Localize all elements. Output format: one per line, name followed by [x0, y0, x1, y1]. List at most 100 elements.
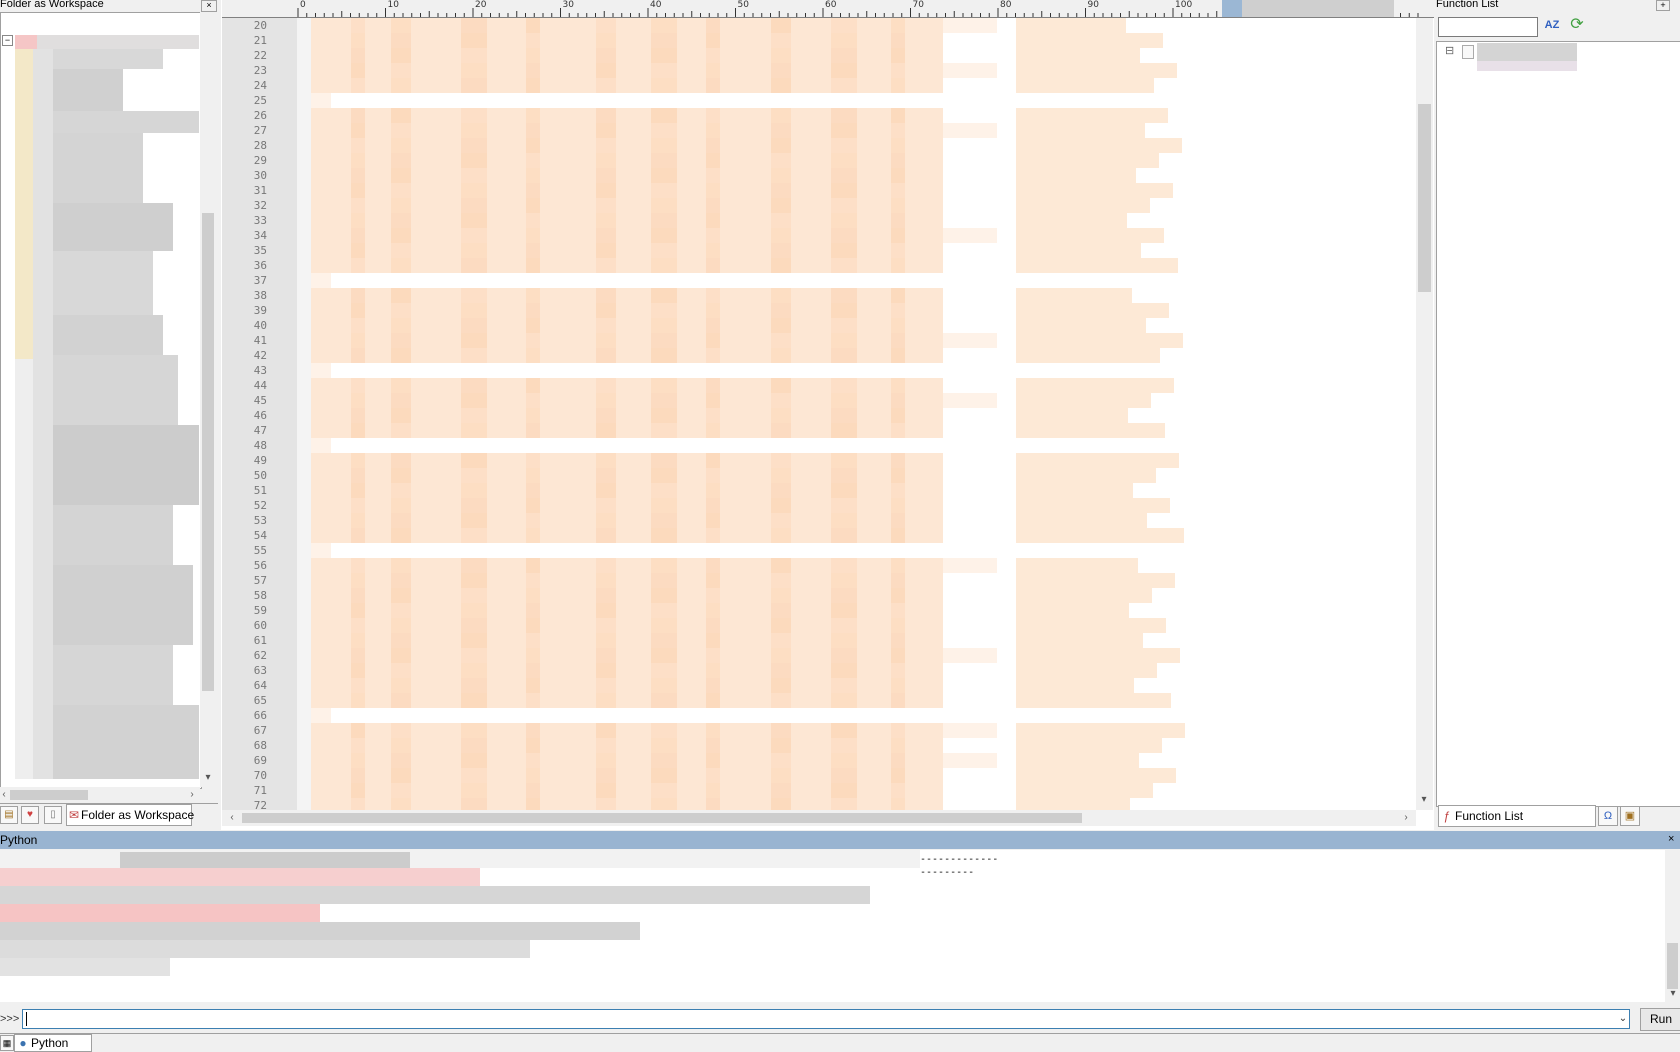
- tree-collapse-icon[interactable]: ⊟: [1445, 46, 1455, 57]
- code-texture: [706, 498, 720, 513]
- editor-scroll-left-button[interactable]: ‹: [224, 810, 240, 826]
- code-texture: [596, 723, 616, 738]
- reload-icon[interactable]: ⟳: [1567, 15, 1587, 35]
- line-number: 40: [253, 319, 267, 332]
- folder-tree-scroll-right-button[interactable]: ›: [184, 787, 200, 803]
- code-texture: [771, 258, 791, 273]
- code-texture: [771, 618, 791, 633]
- char-panel-icon[interactable]: Ω: [1598, 806, 1618, 826]
- function-list-search-input[interactable]: [1438, 17, 1538, 37]
- folder-as-workspace-tab[interactable]: ✉ Folder as Workspace: [66, 804, 194, 826]
- code-segment: [311, 363, 331, 378]
- code-texture: [526, 558, 540, 573]
- code-texture: [831, 78, 857, 93]
- sort-alpha-icon[interactable]: AZ: [1542, 15, 1562, 35]
- code-texture: [351, 288, 365, 303]
- python-console-scroll-thumb[interactable]: [1667, 943, 1678, 989]
- folder-tree[interactable]: −: [0, 12, 202, 789]
- code-texture: [391, 723, 411, 738]
- python-command-input[interactable]: [22, 1009, 1630, 1029]
- clipboard-icon[interactable]: ▣: [1620, 806, 1640, 826]
- folder-tree-scroll-thumb[interactable]: [202, 213, 214, 691]
- run-button[interactable]: Run: [1640, 1008, 1680, 1031]
- fold-margin[interactable]: [297, 18, 311, 810]
- code-texture: [771, 333, 791, 348]
- editor-scroll-thumb[interactable]: [1418, 104, 1431, 292]
- code-texture: [526, 783, 540, 798]
- code-texture: [771, 288, 791, 303]
- code-texture: [706, 213, 720, 228]
- editor-scroll-down-button[interactable]: ▾: [1416, 792, 1432, 808]
- code-texture: [771, 138, 791, 153]
- code-texture: [771, 408, 791, 423]
- code-texture: [351, 483, 365, 498]
- document-icon[interactable]: ▯: [44, 806, 62, 824]
- code-segment: [1016, 603, 1129, 618]
- console-grid-icon[interactable]: ▦: [0, 1035, 14, 1051]
- code-segment: [1016, 153, 1159, 168]
- code-texture: [526, 408, 540, 423]
- code-segment: [943, 228, 997, 243]
- code-texture: [651, 333, 677, 348]
- code-segment: [1016, 258, 1178, 273]
- code-texture: [351, 678, 365, 693]
- code-segment: [1016, 183, 1173, 198]
- code-texture: [596, 663, 616, 678]
- code-texture: [461, 168, 487, 183]
- code-texture: [706, 678, 720, 693]
- code-texture: [706, 108, 720, 123]
- code-texture: [891, 258, 905, 273]
- line-number: 31: [253, 184, 267, 197]
- folder-workspace-icon: ✉: [68, 808, 80, 822]
- code-texture: [391, 558, 411, 573]
- python-history-dropdown-icon[interactable]: ⌄: [1617, 1010, 1629, 1028]
- code-texture: [771, 48, 791, 63]
- code-texture: [351, 768, 365, 783]
- code-segment: [1016, 393, 1151, 408]
- code-texture: [706, 393, 720, 408]
- code-texture: [891, 528, 905, 543]
- code-texture: [461, 618, 487, 633]
- editor-scroll-right-button[interactable]: ›: [1398, 810, 1414, 826]
- code-texture: [651, 423, 677, 438]
- python-console-close-button[interactable]: ×: [1668, 834, 1679, 845]
- python-console-tab[interactable]: ● Python: [14, 1034, 92, 1052]
- blurred-tree-item: [53, 355, 178, 425]
- code-segment: [1016, 33, 1163, 48]
- folder-workspace-close-button[interactable]: ×: [201, 0, 217, 12]
- code-texture: [526, 63, 540, 78]
- tree-collapse-icon[interactable]: −: [2, 35, 13, 46]
- code-texture: [651, 798, 677, 810]
- code-texture: [831, 423, 857, 438]
- python-icon: ●: [19, 1036, 27, 1050]
- function-list-tab[interactable]: ƒ Function List: [1438, 805, 1596, 827]
- code-texture: [706, 198, 720, 213]
- folder-tree-hscroll-thumb[interactable]: [10, 790, 88, 800]
- code-texture: [831, 663, 857, 678]
- line-number: 55: [253, 544, 267, 557]
- code-texture: [526, 618, 540, 633]
- editor-hscroll-thumb[interactable]: [242, 813, 1082, 823]
- code-texture: [651, 318, 677, 333]
- code-texture: [526, 213, 540, 228]
- code-texture: [706, 183, 720, 198]
- code-texture: [391, 123, 411, 138]
- code-texture: [391, 303, 411, 318]
- code-segment: [311, 708, 331, 723]
- function-tree[interactable]: ⊟: [1436, 41, 1680, 807]
- code-texture: [891, 288, 905, 303]
- code-texture: [391, 318, 411, 333]
- python-console-scroll-down-button[interactable]: ▾: [1665, 986, 1680, 1002]
- code-texture: [706, 378, 720, 393]
- code-texture: [651, 513, 677, 528]
- code-texture: [461, 348, 487, 363]
- code-texture: [596, 753, 616, 768]
- code-texture: [596, 198, 616, 213]
- folder-tree-scroll-left-button[interactable]: ‹: [0, 787, 12, 803]
- folder-tree-scroll-down-button[interactable]: ▾: [200, 770, 216, 786]
- heart-icon[interactable]: ♥: [21, 806, 39, 824]
- folder-icon[interactable]: ▤: [0, 806, 18, 824]
- code-text-area[interactable]: [311, 18, 1416, 810]
- function-list-plus-button[interactable]: +: [1656, 0, 1670, 11]
- code-texture: [596, 333, 616, 348]
